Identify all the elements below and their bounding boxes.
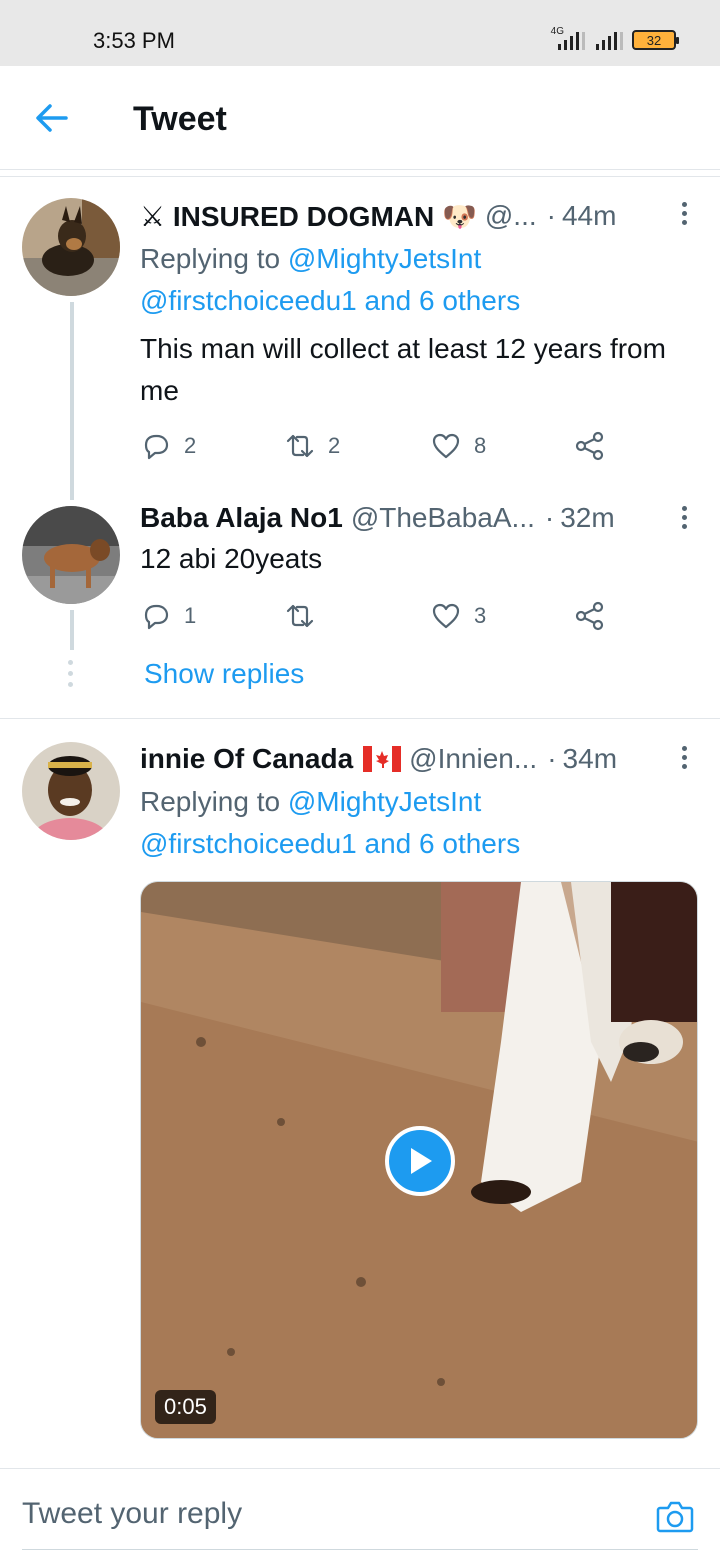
thread-dots — [68, 660, 74, 693]
separator: · — [546, 200, 556, 231]
display-name[interactable]: ⚔ INSURED DOGMAN 🐶 — [140, 200, 477, 233]
username[interactable]: @Innien... — [409, 743, 537, 775]
arrow-left-icon[interactable] — [32, 100, 72, 136]
avatar[interactable] — [22, 198, 120, 296]
like-count: 3 — [474, 603, 487, 628]
like-button[interactable]: 3 — [430, 596, 486, 636]
timestamp: 34m — [562, 743, 618, 774]
reply-icon — [144, 434, 169, 460]
replying-to: Replying to @MightyJetsInt — [140, 238, 481, 280]
display-name[interactable]: innie Of Canada — [140, 743, 353, 775]
tweet-header: ⚔ INSURED DOGMAN 🐶 @... · 44m — [140, 196, 694, 236]
battery-icon: 32 — [632, 30, 679, 50]
replying-prefix: Replying to — [140, 243, 281, 274]
heart-icon — [432, 433, 460, 459]
person-avatar-image — [22, 742, 120, 840]
retweet-button[interactable] — [284, 596, 328, 636]
reply-button[interactable]: 1 — [140, 596, 196, 636]
reply-count: 2 — [184, 433, 197, 458]
retweet-icon — [286, 434, 314, 458]
input-underline — [22, 1549, 698, 1550]
tweet-text: 12 abi 20yeats — [140, 543, 323, 574]
retweet-icon — [286, 604, 314, 628]
reply-bar — [0, 1468, 720, 1560]
show-replies-link[interactable]: Show replies — [144, 658, 304, 690]
video-duration: 0:05 — [155, 1390, 216, 1424]
replying-to-others: @firstchoiceedu1 and 6 others — [140, 280, 520, 322]
mention-others-link[interactable]: @firstchoiceedu1 and 6 others — [140, 828, 520, 859]
tweet-actions: 1 3 — [140, 596, 620, 636]
replying-prefix: Replying to — [140, 786, 281, 817]
mention-link[interactable]: @MightyJetsInt — [288, 786, 481, 817]
share-icon — [575, 431, 604, 461]
replying-to: Replying to @MightyJetsInt — [140, 781, 481, 823]
reply-count: 1 — [184, 603, 197, 628]
retweet-count: 2 — [328, 433, 341, 458]
username[interactable]: @TheBabaA... — [351, 502, 535, 534]
like-count: 8 — [474, 433, 487, 458]
camera-icon[interactable] — [656, 1499, 694, 1533]
separator: · — [547, 743, 557, 774]
heart-icon — [432, 603, 460, 629]
reply-input[interactable] — [22, 1497, 622, 1531]
tweet-header: innie Of Canada @Innien... · 34m — [140, 739, 694, 779]
display-name[interactable]: Baba Alaja No1 — [140, 502, 343, 534]
retweet-button[interactable]: 2 — [284, 426, 340, 466]
divider — [0, 176, 720, 177]
share-button[interactable] — [574, 596, 606, 636]
top-app-bar: Tweet — [0, 66, 720, 170]
share-icon — [575, 601, 604, 631]
timestamp: 44m — [561, 200, 617, 231]
status-time: 3:53 PM — [93, 28, 175, 53]
tweet-actions: 2 2 8 — [140, 426, 620, 466]
video-player[interactable]: 0:05 — [140, 881, 698, 1439]
thread-line — [70, 302, 74, 500]
play-icon[interactable] — [385, 1126, 455, 1196]
tweet-header: Baba Alaja No1 @TheBabaA... · 32m — [140, 498, 694, 538]
mention-link[interactable]: @MightyJetsInt — [288, 243, 481, 274]
reply-button[interactable]: 2 — [140, 426, 196, 466]
username[interactable]: @... — [485, 200, 537, 232]
divider — [0, 718, 720, 719]
dog-avatar-image — [22, 198, 120, 296]
page-title: Tweet — [133, 100, 227, 138]
replying-to-others: @firstchoiceedu1 and 6 others — [140, 823, 520, 865]
mention-others-link[interactable]: @firstchoiceedu1 and 6 others — [140, 285, 520, 316]
avatar[interactable] — [22, 506, 120, 604]
status-bar: 3:53 PM 4G 32 — [0, 0, 720, 66]
more-options-icon[interactable] — [680, 202, 688, 228]
signal-icon-2 — [596, 32, 623, 50]
reply-icon — [144, 604, 169, 630]
timestamp: 32m — [560, 502, 615, 533]
tweet-text: This man will collect at least 12 years … — [140, 333, 666, 406]
more-options-icon[interactable] — [680, 506, 688, 532]
thread-line — [70, 610, 74, 650]
separator: · — [544, 502, 555, 533]
share-button[interactable] — [574, 426, 606, 466]
signal-icon — [558, 32, 585, 50]
like-button[interactable]: 8 — [430, 426, 486, 466]
avatar[interactable] — [22, 742, 120, 840]
dog-avatar-image — [22, 506, 120, 604]
canada-flag-icon — [363, 746, 402, 772]
more-options-icon[interactable] — [680, 746, 688, 772]
system-icons: 32 — [556, 30, 679, 50]
